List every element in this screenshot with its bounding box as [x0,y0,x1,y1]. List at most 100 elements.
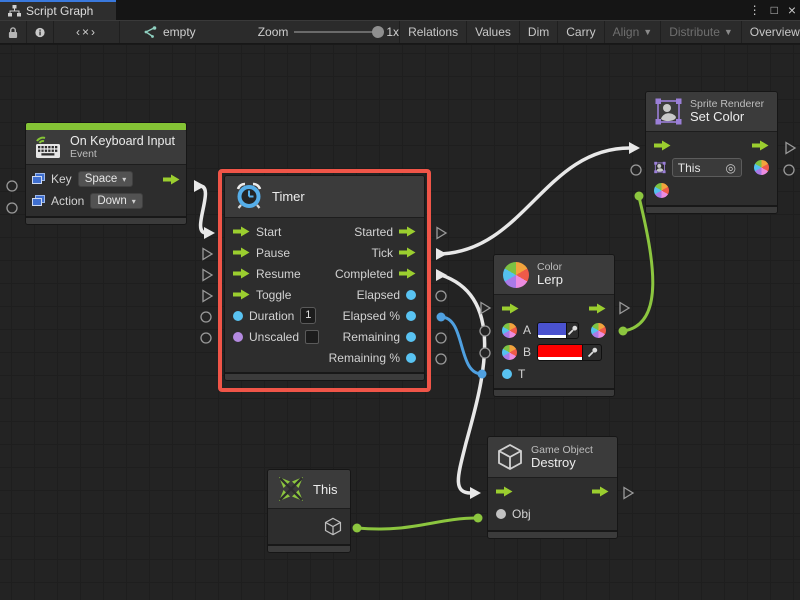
lerp-flow-out-arrow-icon[interactable] [589,303,606,314]
zoom-slider-handle[interactable] [372,26,384,38]
port-timer-remaining-out[interactable] [436,333,446,343]
node-this[interactable]: This [267,469,351,553]
relations-button[interactable]: Relations [399,21,467,43]
wire-lerp-to-set-color-input[interactable] [623,197,653,331]
window-menu-button[interactable]: ⋮ [749,3,761,17]
object-picker-icon[interactable]: ◎ [726,161,736,175]
started-out-arrow-icon[interactable] [399,226,416,237]
port-set-color-target-in[interactable] [631,165,641,175]
color-b-eyedropper-button[interactable] [582,345,601,360]
zoom-to-fit-button[interactable]: ‹×› [54,21,120,43]
node-on-keyboard-input[interactable]: On Keyboard Input Event Key Space ▾ [25,122,187,225]
port-lerp-a-in[interactable] [480,326,490,336]
port-set-color-flow-in[interactable] [629,142,640,154]
color-a-eyedropper-button[interactable] [566,323,578,338]
resume-in-arrow-icon[interactable] [233,268,250,279]
port-set-color-value-out[interactable] [784,165,794,175]
elapsed-port-dot[interactable] [406,290,416,300]
port-set-color-flow-out[interactable] [786,143,795,154]
wire-keyboard-to-timer-start[interactable] [200,186,206,233]
port-timer-unscaled-in[interactable] [201,333,211,343]
wire-elapsed-pct-to-lerp-t[interactable] [441,317,482,374]
port-timer-duration-in[interactable] [201,312,211,322]
remaining-port-dot[interactable] [406,332,416,342]
pause-in-arrow-icon[interactable] [233,247,250,258]
port-timer-pause-in[interactable] [203,249,212,260]
close-button[interactable]: × [788,2,796,18]
elapsed-pct-port-dot[interactable] [406,311,416,321]
port-timer-resume-in[interactable] [203,270,212,281]
target-object-field[interactable]: This ◎ [672,158,742,177]
port-lerp-result-out[interactable] [619,327,628,336]
maximize-button[interactable]: □ [771,3,778,17]
unscaled-port-dot[interactable] [233,332,243,342]
port-timer-completed-out[interactable] [436,269,447,281]
port-lerp-b-in[interactable] [480,348,490,358]
node-timer[interactable]: Timer Start Started Pause Tick [224,175,425,381]
color-a-field[interactable] [537,322,579,339]
port-set-color-color-in[interactable] [635,192,644,201]
color-a-swatch[interactable] [538,323,566,338]
carry-button[interactable]: Carry [558,21,604,43]
node-color-lerp[interactable]: Color Lerp A [493,254,615,397]
completed-out-arrow-icon[interactable] [399,268,416,279]
port-timer-elapsed-out[interactable] [436,291,446,301]
port-timer-elapsed-pct-out[interactable] [437,313,446,322]
relations-label: Relations [408,25,458,39]
color-input-port-icon[interactable] [654,183,669,198]
color-b-field[interactable] [537,344,602,361]
dim-button[interactable]: Dim [520,21,558,43]
color-a-port-icon[interactable] [502,323,517,338]
start-in-arrow-icon[interactable] [233,226,250,237]
overview-button[interactable]: Overview [742,21,800,43]
wire-this-to-destroy-obj[interactable] [357,518,477,529]
set-color-output-port-icon[interactable] [754,160,769,175]
port-lerp-t-in[interactable] [478,370,487,379]
port-timer-started-out[interactable] [437,228,446,239]
port-timer-start-in[interactable] [204,227,215,239]
lerp-result-port-icon[interactable] [591,323,606,338]
port-lerp-flow-out[interactable] [620,303,629,314]
color-b-port-icon[interactable] [502,345,517,360]
lerp-flow-in-arrow-icon[interactable] [502,303,519,314]
port-timer-toggle-in[interactable] [203,291,212,302]
graph-canvas[interactable]: On Keyboard Input Event Key Space ▾ [0,45,800,600]
unscaled-checkbox[interactable] [305,330,319,344]
port-destroy-flow-in[interactable] [470,487,481,499]
sprite-renderer-port-icon[interactable] [654,160,666,175]
port-this-out[interactable] [353,524,362,533]
wire-completed-to-destroy[interactable] [441,275,485,493]
set-color-flow-out-arrow-icon[interactable] [752,140,769,151]
port-destroy-flow-out[interactable] [624,488,633,499]
port-destroy-obj-in[interactable] [474,514,483,523]
port-lerp-flow-in[interactable] [481,303,490,314]
duration-input[interactable]: 1 [300,307,316,324]
key-dropdown[interactable]: Space ▾ [78,171,134,187]
trigger-out-arrow-icon[interactable] [163,174,180,185]
node-set-color[interactable]: Sprite Renderer Set Color [645,91,778,214]
t-port-dot[interactable] [502,369,512,379]
tab-script-graph[interactable]: Script Graph [0,0,116,20]
port-keyboard-action-in[interactable] [7,203,17,213]
set-color-flow-in-arrow-icon[interactable] [654,140,671,151]
inspect-button[interactable] [27,21,54,43]
duration-port-dot[interactable] [233,311,243,321]
toggle-in-arrow-icon[interactable] [233,289,250,300]
port-timer-remaining-pct-out[interactable] [436,354,446,364]
wire-tick-to-set-color[interactable] [441,148,630,254]
lock-button[interactable] [0,21,27,43]
zoom-slider[interactable] [294,31,380,33]
tick-out-arrow-icon[interactable] [399,247,416,258]
values-button[interactable]: Values [467,21,520,43]
destroy-flow-out-arrow-icon[interactable] [592,486,609,497]
color-b-swatch[interactable] [538,345,582,360]
port-timer-tick-out[interactable] [436,248,447,260]
node-destroy[interactable]: Game Object Destroy Obj [487,436,618,539]
action-dropdown[interactable]: Down ▾ [90,193,142,209]
port-keyboard-key-in[interactable] [7,181,17,191]
obj-port-dot[interactable] [496,509,506,519]
port-keyboard-trigger-out[interactable] [194,180,205,192]
remaining-pct-port-dot[interactable] [406,353,416,363]
destroy-flow-in-arrow-icon[interactable] [496,486,513,497]
game-object-port-icon[interactable] [324,517,342,536]
